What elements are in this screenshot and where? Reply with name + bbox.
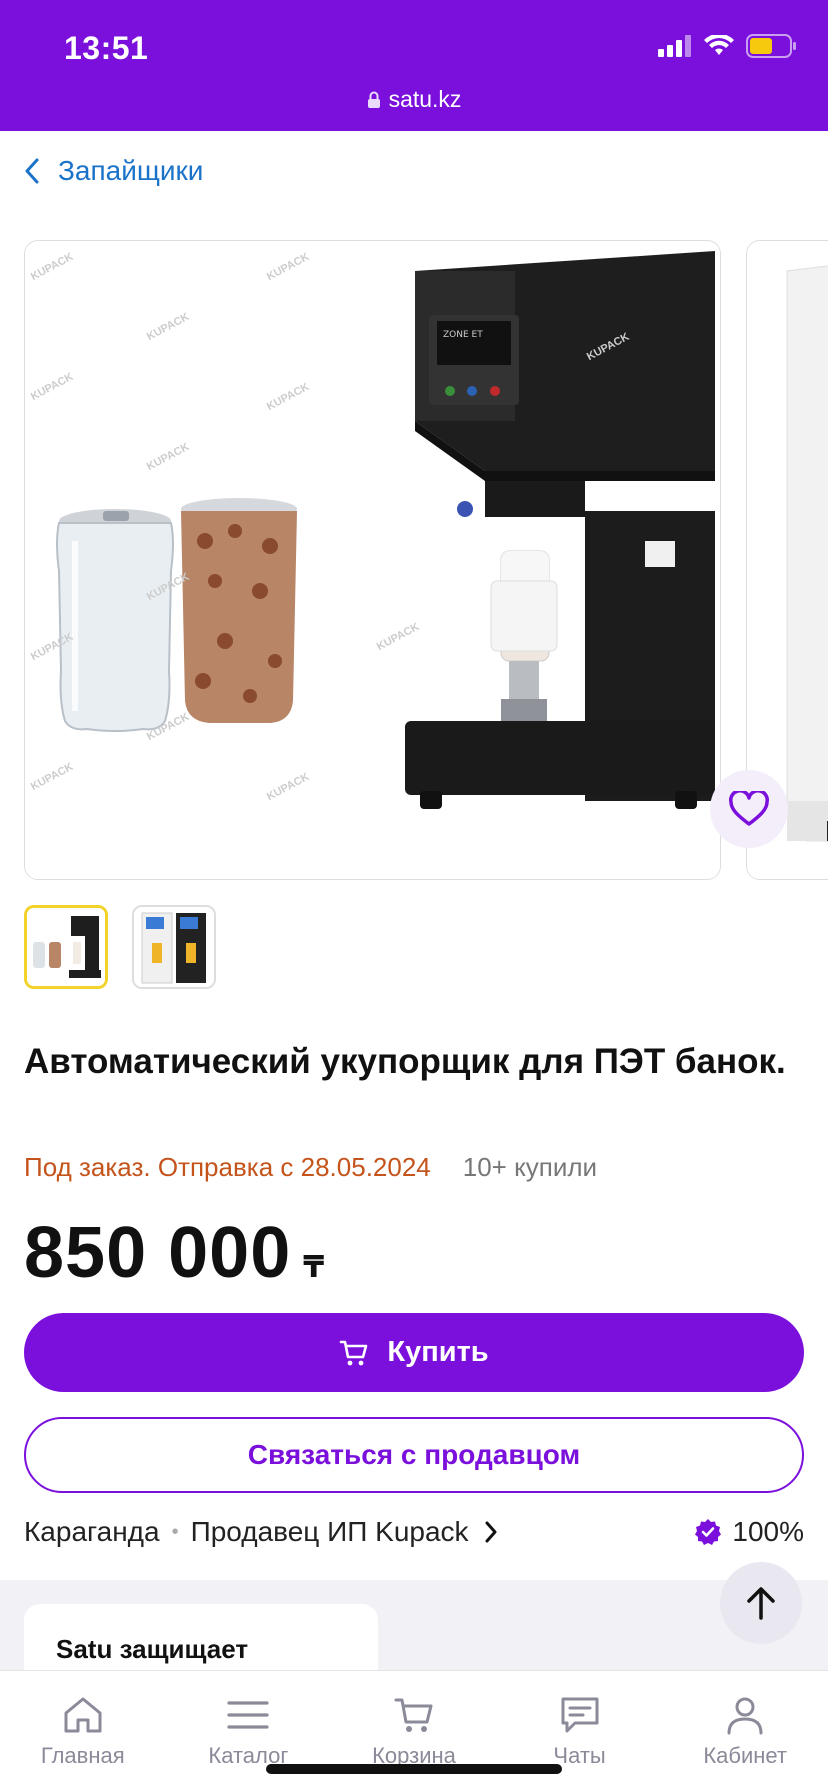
wifi-icon <box>704 35 734 55</box>
tab-label: Кабинет <box>703 1743 787 1768</box>
chevron-left-icon <box>25 158 39 184</box>
separator-dot: • <box>171 1520 179 1543</box>
product-meta: Под заказ. Отправка с 28.05.2024 10+ куп… <box>24 1152 597 1183</box>
protection-title: Satu защищает <box>56 1634 249 1664</box>
price-value: 850 000 <box>24 1213 292 1293</box>
buy-button-label: Купить <box>387 1336 489 1368</box>
tab-cart[interactable]: Корзина <box>344 1695 484 1792</box>
scroll-to-top-button[interactable] <box>720 1562 802 1644</box>
tab-label: Чаты <box>553 1743 606 1768</box>
seller-city: Караганда <box>24 1516 160 1547</box>
url-text: satu.kz <box>388 86 462 112</box>
bought-count: 10+ купили <box>462 1152 598 1182</box>
home-indicator <box>266 1764 562 1774</box>
tab-profile[interactable]: Кабинет <box>675 1695 815 1792</box>
verified-badge-icon <box>695 1519 722 1545</box>
product-price: 850 000 ₸ <box>24 1212 324 1294</box>
chevron-right-icon[interactable] <box>483 1520 499 1544</box>
breadcrumb[interactable]: Запайщики <box>24 155 203 187</box>
heart-icon <box>729 791 769 826</box>
buy-button[interactable]: Купить <box>24 1313 804 1392</box>
tab-home[interactable]: Главная <box>13 1695 153 1792</box>
machine-brand: ZONE ET <box>443 330 483 340</box>
shipping-info: Под заказ. Отправка с 28.05.2024 <box>24 1152 431 1182</box>
battery-icon <box>746 34 796 58</box>
contact-button-label: Связаться с продавцом <box>247 1439 581 1470</box>
thumbnail-image <box>27 908 105 986</box>
arrow-up-icon <box>747 1587 775 1620</box>
seller-row: Караганда • Продавец ИП Kupack 100% <box>24 1516 804 1548</box>
contact-seller-button[interactable]: Связаться с продавцом <box>24 1417 804 1493</box>
breadcrumb-label: Запайщики <box>58 155 204 186</box>
seller-rating: 100% <box>694 1516 804 1548</box>
thumbnail-2[interactable] <box>132 905 216 989</box>
lock-icon <box>367 91 380 108</box>
product-image-main[interactable]: ZONE ET KUPACK KUPACK KUPACK KUPACK KUPA… <box>24 240 721 880</box>
address-bar[interactable]: satu.kz <box>0 86 828 113</box>
rating-value: 100% <box>732 1516 804 1547</box>
cart-icon <box>340 1340 368 1365</box>
profile-icon <box>727 1697 763 1735</box>
product-title: Автоматический укупорщик для ПЭТ банок. <box>24 1042 786 1081</box>
menu-icon <box>227 1701 269 1729</box>
home-icon <box>64 1697 102 1733</box>
signal-icon <box>658 35 691 57</box>
status-icons <box>658 34 798 58</box>
tab-chats[interactable]: Чаты <box>510 1695 650 1792</box>
browser-status-bar: 13:51 satu.kz <box>0 0 828 131</box>
thumbnail-image <box>134 907 214 987</box>
clock: 13:51 <box>64 30 149 66</box>
tab-catalog[interactable]: Каталог <box>178 1695 318 1792</box>
price-currency: ₸ <box>303 1251 325 1284</box>
thumbnail-1[interactable] <box>24 905 108 989</box>
tab-label: Главная <box>40 1743 125 1768</box>
thumbnail-strip <box>24 905 216 989</box>
favorite-button[interactable] <box>710 770 788 848</box>
chat-icon <box>561 1697 599 1733</box>
cart-icon <box>394 1698 433 1732</box>
product-gallery[interactable]: ZONE ET KUPACK KUPACK KUPACK KUPACK KUPA… <box>24 240 828 882</box>
seller-link[interactable]: Продавец ИП Kupack <box>191 1516 469 1548</box>
